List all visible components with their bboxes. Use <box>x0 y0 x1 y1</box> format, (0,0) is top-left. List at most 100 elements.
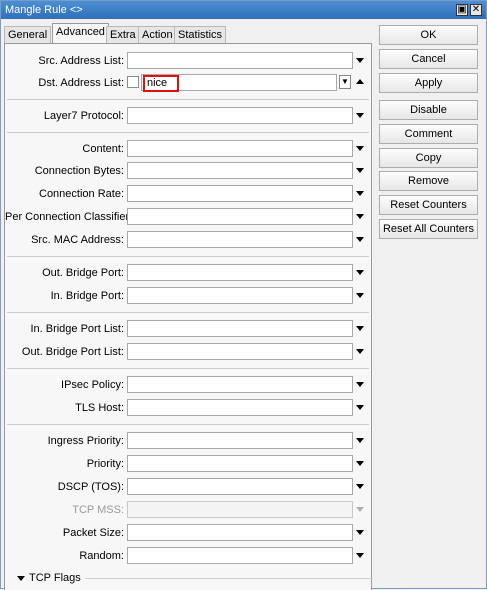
priority-field[interactable] <box>127 455 353 472</box>
chevron-down-icon[interactable] <box>356 113 364 118</box>
reset-counters-button[interactable]: Reset Counters <box>379 195 478 215</box>
tcp-mss-row: TCP MSS: <box>5 501 371 519</box>
in-bridge-port-row: In. Bridge Port: <box>5 287 371 305</box>
packet-size-field[interactable] <box>127 524 353 541</box>
window-title: Mangle Rule <> <box>5 4 83 16</box>
title-bar[interactable]: Mangle Rule <> ▣ ✕ <box>1 1 486 19</box>
tab-action[interactable]: Action <box>138 26 177 43</box>
tab-general[interactable]: General <box>4 26 52 43</box>
mangle-rule-window: Mangle Rule <> ▣ ✕ General Advanced Extr… <box>0 0 487 590</box>
src-address-list-row: Src. Address List: <box>5 52 371 70</box>
priority-row: Priority: <box>5 455 371 473</box>
remove-button[interactable]: Remove <box>379 171 478 191</box>
out-bridge-port-list-label: Out. Bridge Port List: <box>21 346 124 358</box>
apply-button[interactable]: Apply <box>379 73 478 93</box>
copy-button[interactable]: Copy <box>379 148 478 168</box>
connection-rate-row: Connection Rate: <box>5 185 371 203</box>
dscp-label: DSCP (TOS): <box>57 481 124 493</box>
chevron-down-icon[interactable] <box>356 438 364 443</box>
connection-bytes-row: Connection Bytes: <box>5 162 371 180</box>
tab-extra[interactable]: Extra <box>106 26 140 43</box>
tcp-flags-section[interactable]: TCP Flags <box>15 572 373 586</box>
tls-host-field[interactable] <box>127 399 353 416</box>
dscp-field[interactable] <box>127 478 353 495</box>
chevron-down-icon[interactable] <box>356 214 364 219</box>
chevron-down-icon[interactable] <box>356 461 364 466</box>
src-address-list-label: Src. Address List: <box>38 55 124 67</box>
tcp-flags-label[interactable]: TCP Flags <box>29 572 81 584</box>
tab-statistics[interactable]: Statistics <box>174 26 227 43</box>
tcp-mss-label: TCP MSS: <box>72 504 124 516</box>
priority-label: Priority: <box>86 458 124 470</box>
chevron-down-icon[interactable] <box>356 146 364 151</box>
in-bridge-port-list-field[interactable] <box>127 320 353 337</box>
dscp-row: DSCP (TOS): <box>5 478 371 496</box>
layer7-protocol-label: Layer7 Protocol: <box>43 110 124 122</box>
chevron-down-icon[interactable] <box>356 270 364 275</box>
dst-address-list-label: Dst. Address List: <box>38 77 124 89</box>
comment-button[interactable]: Comment <box>379 124 478 144</box>
chevron-down-icon[interactable] <box>356 382 364 387</box>
tcp-mss-field <box>127 501 353 518</box>
chevron-down-icon[interactable] <box>356 484 364 489</box>
out-bridge-port-label: Out. Bridge Port: <box>42 267 124 279</box>
chevron-down-icon[interactable] <box>356 553 364 558</box>
chevron-down-icon[interactable] <box>17 576 25 581</box>
content-field[interactable] <box>127 140 353 157</box>
chevron-down-icon[interactable] <box>356 168 364 173</box>
cancel-button[interactable]: Cancel <box>379 49 478 69</box>
in-bridge-port-field[interactable] <box>127 287 353 304</box>
out-bridge-port-row: Out. Bridge Port: <box>5 264 371 282</box>
out-bridge-port-field[interactable] <box>127 264 353 281</box>
content-label: Content: <box>82 143 124 155</box>
per-connection-classifier-label: Per Connection Classifier: <box>5 211 133 223</box>
reset-all-counters-button[interactable]: Reset All Counters <box>379 219 478 239</box>
tls-host-row: TLS Host: <box>5 399 371 417</box>
chevron-down-icon[interactable] <box>356 191 364 196</box>
connection-rate-label: Connection Rate: <box>39 188 124 200</box>
layer7-protocol-row: Layer7 Protocol: <box>5 107 371 125</box>
layer7-protocol-field[interactable] <box>127 107 353 124</box>
chevron-down-icon[interactable] <box>356 237 364 242</box>
dst-address-list-field[interactable]: nice <box>141 74 337 92</box>
connection-rate-field[interactable] <box>127 185 353 202</box>
ipsec-policy-field[interactable] <box>127 376 353 393</box>
chevron-down-icon[interactable] <box>356 530 364 535</box>
ingress-priority-field[interactable] <box>127 432 353 449</box>
chevron-down-icon[interactable] <box>356 293 364 298</box>
random-row: Random: <box>5 547 371 565</box>
ok-button[interactable]: OK <box>379 25 478 45</box>
dropdown-button[interactable]: ▼ <box>339 75 351 89</box>
src-address-list-field[interactable] <box>127 52 353 69</box>
per-connection-classifier-row: Per Connection Classifier: <box>5 208 371 226</box>
separator <box>7 312 369 313</box>
chevron-down-icon[interactable] <box>356 405 364 410</box>
restore-icon[interactable]: ▣ <box>456 4 468 16</box>
section-divider <box>85 578 373 579</box>
ingress-priority-row: Ingress Priority: <box>5 432 371 450</box>
out-bridge-port-list-row: Out. Bridge Port List: <box>5 343 371 361</box>
advanced-panel: Src. Address List: Dst. Address List: ni… <box>4 43 373 590</box>
in-bridge-port-list-label: In. Bridge Port List: <box>30 323 124 335</box>
src-mac-address-field[interactable] <box>127 231 353 248</box>
dst-address-list-negate-checkbox[interactable] <box>127 76 139 88</box>
tab-advanced[interactable]: Advanced <box>52 23 109 44</box>
src-mac-address-label: Src. MAC Address: <box>31 234 124 246</box>
out-bridge-port-list-field[interactable] <box>127 343 353 360</box>
disable-button[interactable]: Disable <box>379 100 478 120</box>
close-icon[interactable]: ✕ <box>470 4 482 16</box>
chevron-down-icon[interactable] <box>356 58 364 63</box>
chevron-down-icon[interactable] <box>356 349 364 354</box>
per-connection-classifier-field[interactable] <box>127 208 353 225</box>
packet-size-row: Packet Size: <box>5 524 371 542</box>
in-bridge-port-list-row: In. Bridge Port List: <box>5 320 371 338</box>
chevron-up-icon[interactable] <box>356 79 364 84</box>
connection-bytes-field[interactable] <box>127 162 353 179</box>
ipsec-policy-row: IPsec Policy: <box>5 376 371 394</box>
chevron-down-icon <box>356 507 364 512</box>
random-field[interactable] <box>127 547 353 564</box>
dst-address-list-value[interactable]: nice <box>143 75 179 92</box>
chevron-down-icon[interactable] <box>356 326 364 331</box>
connection-bytes-label: Connection Bytes: <box>34 165 124 177</box>
in-bridge-port-label: In. Bridge Port: <box>50 290 124 302</box>
